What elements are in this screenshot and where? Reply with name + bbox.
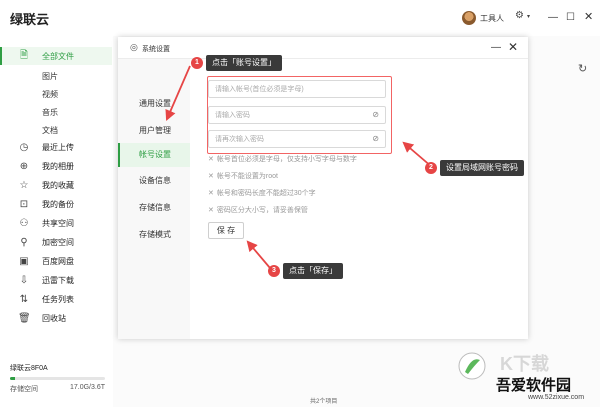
sidebar-item-label: 共享空间 [42,218,74,228]
rule-text: ✕ 密码区分大小写，请妥善保管 [208,205,308,215]
user-menu[interactable]: 工具人 [462,11,504,25]
device-name: 绿联云8F0A [10,365,48,372]
sidebar-item-trash[interactable]: 🗑 回收站 [0,309,112,327]
rule-text: ✕ 帐号和密码长度不能超过30个字 [208,188,316,198]
dialog-nav-storage[interactable]: 存储信息 [118,196,190,220]
rule-label: 帐号和密码长度不能超过30个字 [216,190,316,197]
sidebar-item-recent[interactable]: ◷ 最近上传 [0,138,112,156]
sidebar-item-label: 回收站 [42,313,66,323]
watermark-logo-icon [458,352,486,380]
storage-bar [10,377,105,380]
save-button[interactable]: 保 存 [208,222,244,239]
sidebar-item-label: 我的备份 [42,199,74,209]
step-badge-2: 2 [425,162,437,174]
sidebar-item-label: 百度网盘 [42,256,74,266]
highlight-box [207,76,392,154]
settings-gear-icon[interactable]: ⚙ [515,10,524,21]
sidebar-item-all-files[interactable]: 🗎 全部文件 [0,47,112,65]
sidebar-sub-docs[interactable]: 文档 [42,125,58,136]
callout-step2: 设置局域网账号密码 [440,160,524,176]
dialog-nav-general[interactable]: 通用设置 [118,92,190,116]
sidebar-item-label: 迅雷下载 [42,275,74,285]
x-icon: ✕ [208,173,214,180]
sidebar-sub-music[interactable]: 音乐 [42,107,58,118]
backup-icon: ⊡ [19,198,29,210]
sidebar-item-label: 我的相册 [42,161,74,171]
dialog-minimize-button[interactable]: — [491,42,501,53]
maximize-button[interactable]: ☐ [566,12,575,23]
sidebar-sub-videos[interactable]: 视频 [42,89,58,100]
sidebar-item-thunder[interactable]: ⇩ 迅雷下载 [0,271,112,289]
watermark-title: 吾爱软件园 [496,377,572,394]
watermark: K下载 吾爱软件园 www.52zixue.com [458,350,600,407]
user-name: 工具人 [480,13,504,23]
title-bar: 绿联云 工具人 ⚙ ▾ — ☐ ✕ [0,0,600,36]
x-icon: ✕ [208,156,214,163]
sidebar-item-label: 加密空间 [42,237,74,247]
rule-text: ✕ 帐号不能设置为root [208,171,278,181]
file-icon: 🗎 [19,49,29,61]
rule-text: ✕ 帐号首位必须是字母，仅支持小写字母与数字 [208,154,357,164]
cloud-drive-icon: ▣ [19,255,29,267]
lock-user-icon: ⚲ [20,236,28,248]
sidebar-item-label: 我的收藏 [42,180,74,190]
dialog-nav-device[interactable]: 设备信息 [118,169,190,193]
step-badge-1: 1 [191,57,203,69]
dialog-nav-users[interactable]: 用户管理 [118,119,190,143]
sidebar-item-tasks[interactable]: ⇅ 任务列表 [0,290,112,308]
dialog-header: ◎ 系统设置 — ✕ [118,37,528,59]
sidebar-sub-images[interactable]: 图片 [42,71,58,82]
sidebar-item-label: 最近上传 [42,142,74,152]
watermark-faint-text: K下载 [500,354,549,374]
trash-icon: 🗑 [18,312,31,324]
app-title: 绿联云 [10,12,50,27]
sidebar-item-album[interactable]: ⊕ 我的相册 [0,157,112,175]
sidebar: 🗎 全部文件 图片 视频 音乐 文档 ◷ 最近上传 ⊕ 我的相册 ☆ 我的收藏 … [0,44,112,407]
chevron-down-icon[interactable]: ▾ [527,13,530,20]
refresh-icon[interactable]: ↻ [578,62,587,75]
download-icon: ⇩ [19,274,29,286]
star-icon: ☆ [19,179,29,191]
x-icon: ✕ [208,190,214,197]
rule-label: 密码区分大小写，请妥善保管 [216,207,308,214]
dialog-nav-account[interactable]: 帐号设置 [118,143,190,167]
callout-step1: 点击「账号设置」 [206,55,282,71]
sidebar-item-backup[interactable]: ⊡ 我的备份 [0,195,112,213]
sidebar-item-encrypted[interactable]: ⚲ 加密空间 [0,233,112,251]
sidebar-item-label: 任务列表 [42,294,74,304]
dialog-title: 系统设置 [142,46,170,53]
rule-label: 帐号首位必须是字母，仅支持小写字母与数字 [216,156,357,163]
callout-step3: 点击「保存」 [283,263,343,279]
settings-icon: ◎ [130,42,138,52]
x-icon: ✕ [208,207,214,214]
rule-label: 帐号不能设置为root [216,173,278,180]
album-icon: ⊕ [19,160,29,172]
close-button[interactable]: ✕ [584,10,593,23]
storage-panel: 绿联云8F0A 存储空间 17.0G/3.6T [10,363,105,394]
sidebar-item-label: 全部文件 [42,51,74,61]
item-count: 共2个项目 [310,399,338,405]
watermark-url: www.52zixue.com [528,394,585,401]
storage-used: 17.0G/3.6T [69,384,105,391]
avatar [462,11,476,25]
minimize-button[interactable]: — [548,12,558,23]
step-badge-3: 3 [268,265,280,277]
dialog-close-button[interactable]: ✕ [508,40,518,54]
sidebar-item-shared[interactable]: ⚇ 共享空间 [0,214,112,232]
storage-label: 存储空间 [10,386,38,393]
dialog-nav: 通用设置 用户管理 帐号设置 设备信息 存储信息 存储模式 [118,59,190,339]
dialog-nav-storage-mode[interactable]: 存储模式 [118,223,190,247]
clock-icon: ◷ [19,141,29,153]
storage-bar-fill [10,377,15,380]
sidebar-item-favorites[interactable]: ☆ 我的收藏 [0,176,112,194]
share-users-icon: ⚇ [19,217,29,229]
transfer-icon: ⇅ [19,293,29,305]
sidebar-item-baidu[interactable]: ▣ 百度网盘 [0,252,112,270]
